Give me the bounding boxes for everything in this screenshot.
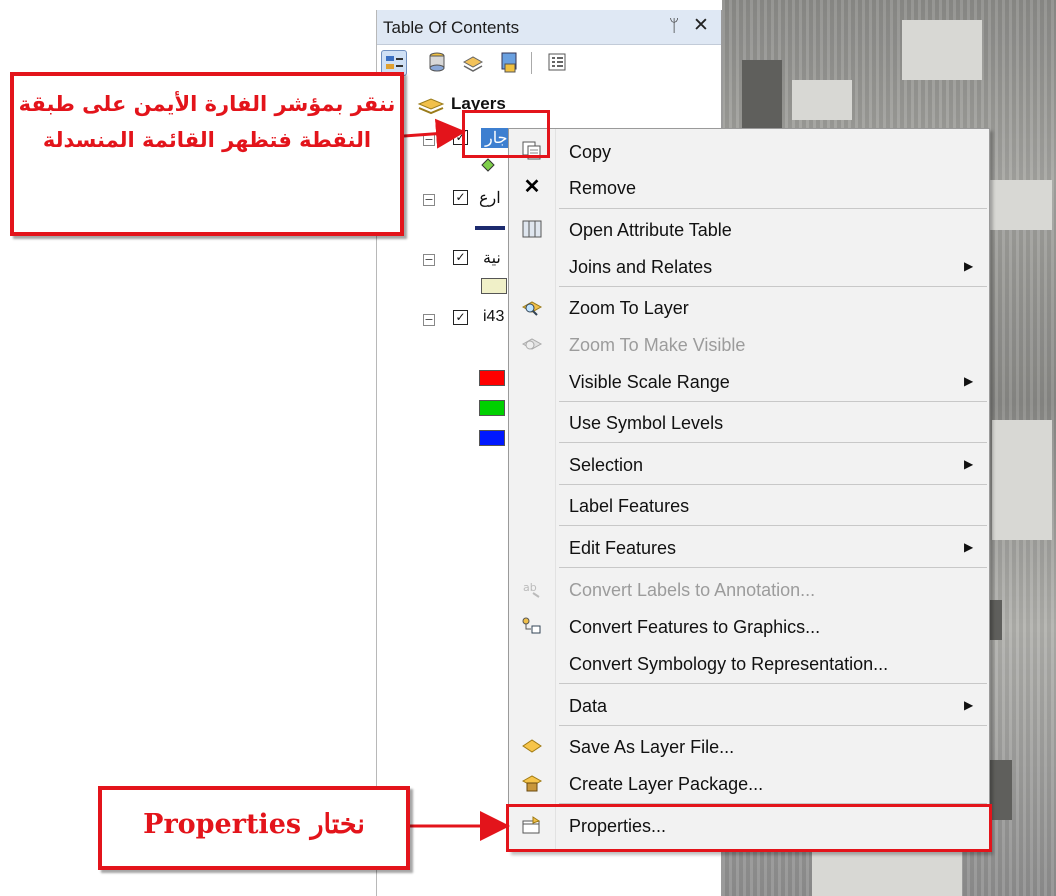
properties-instruction-callout: نختار Properties: [98, 786, 410, 870]
arrow-to-layer: [403, 118, 466, 149]
right-click-instruction-callout: ننقر بمؤشر الفارة الأيمن على طبقة النقطة…: [10, 72, 404, 236]
